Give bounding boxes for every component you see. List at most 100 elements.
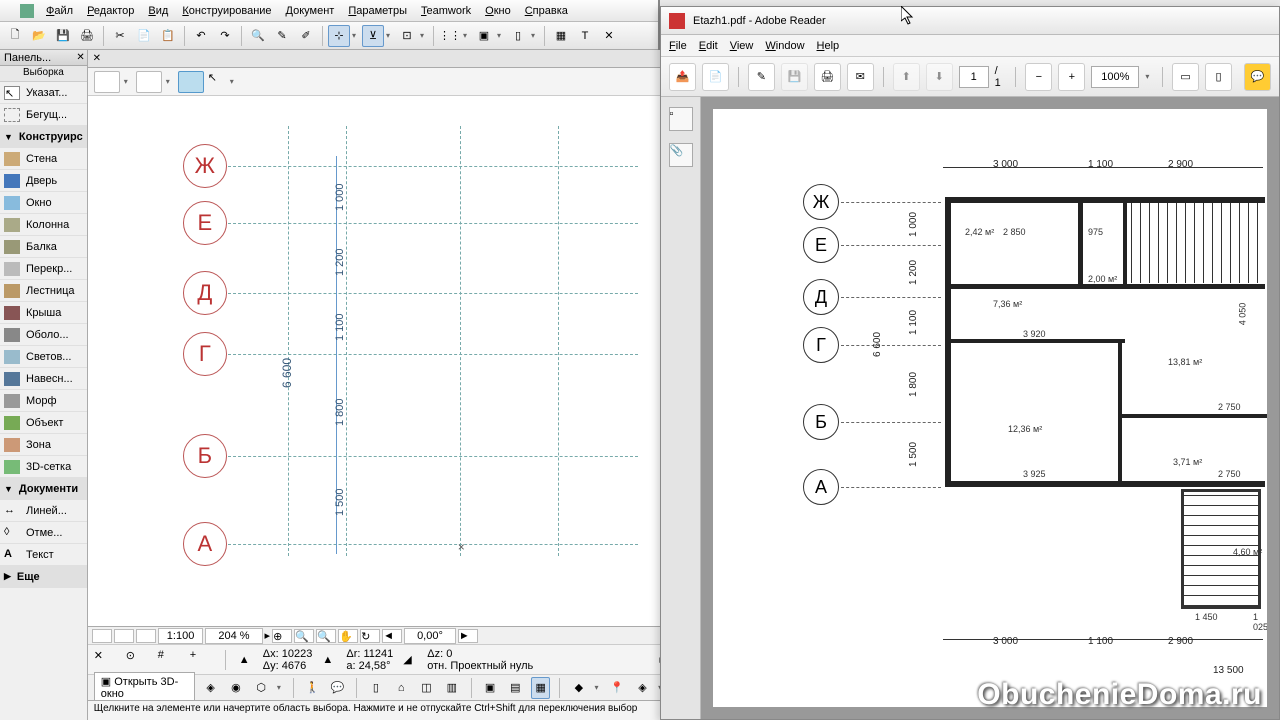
menu-edit[interactable]: Редактор: [81, 2, 140, 20]
fitpage-icon[interactable]: ▭: [1172, 63, 1199, 91]
print-icon[interactable]: 🖨: [76, 25, 98, 47]
n4-icon[interactable]: ▥: [442, 677, 461, 699]
zoom-icon[interactable]: 🔍: [247, 25, 269, 47]
attachments-icon[interactable]: 📎: [669, 143, 693, 167]
menu-design[interactable]: Конструирование: [176, 2, 277, 20]
rmenu-help[interactable]: Help: [817, 40, 840, 52]
save2-icon[interactable]: 💾: [781, 63, 808, 91]
thumbnails-icon[interactable]: ▫: [669, 107, 693, 131]
menu-options[interactable]: Параметры: [342, 2, 413, 20]
construct-group[interactable]: ▼Конструирс: [0, 126, 87, 148]
rmenu-view[interactable]: View: [730, 40, 754, 52]
tool-slab[interactable]: Перекр...: [0, 258, 87, 280]
filter-icon[interactable]: ▯: [507, 25, 529, 47]
zoomout2-icon[interactable]: −: [1025, 63, 1052, 91]
drawing-canvas[interactable]: Ж Е Д Г Б А 1 000 1 200 1 100 1 800 1 50…: [88, 96, 671, 626]
tool-curtain[interactable]: Навесн...: [0, 368, 87, 390]
prev-page-icon[interactable]: ⬆: [893, 63, 920, 91]
tool-stair[interactable]: Лестница: [0, 280, 87, 302]
document-group[interactable]: ▼Документи: [0, 478, 87, 500]
bb3-icon[interactable]: [136, 629, 156, 643]
pdf-page[interactable]: 3 000 1 100 2 900 Ж Е Д Г Б А 1 000 1 20…: [713, 109, 1267, 707]
geom2-icon[interactable]: [136, 71, 162, 93]
pointer-tool[interactable]: ↖Указат...: [0, 82, 87, 104]
menu-view[interactable]: Вид: [142, 2, 174, 20]
orbit-icon[interactable]: ↻: [360, 629, 380, 643]
page-input[interactable]: [959, 66, 989, 88]
origin-icon[interactable]: ⊙: [126, 649, 148, 671]
paste-icon[interactable]: 📋: [157, 25, 179, 47]
tool-morph[interactable]: Морф: [0, 390, 87, 412]
menu-help[interactable]: Справка: [519, 2, 574, 20]
more-group[interactable]: ▶Еще: [0, 566, 87, 588]
rmenu-edit[interactable]: Edit: [699, 40, 718, 52]
a2-icon[interactable]: ◉: [226, 677, 245, 699]
zoomin2-icon[interactable]: +: [1058, 63, 1085, 91]
geom1-icon[interactable]: [94, 71, 120, 93]
zoomfit-icon[interactable]: ⊕: [272, 629, 292, 643]
tool-level[interactable]: ◊Отме...: [0, 522, 87, 544]
sign-icon[interactable]: ✎: [748, 63, 775, 91]
menu-window[interactable]: Окно: [479, 2, 517, 20]
tool-door[interactable]: Дверь: [0, 170, 87, 192]
mail-icon[interactable]: ✉: [847, 63, 874, 91]
snap2-icon[interactable]: ⊻: [362, 25, 384, 47]
n10-icon[interactable]: ◈: [633, 677, 652, 699]
n6-icon[interactable]: ▤: [506, 677, 525, 699]
zoom-select[interactable]: 100%: [1091, 66, 1139, 88]
scale-field[interactable]: 1:100: [158, 628, 204, 644]
tool-shell[interactable]: Оболо...: [0, 324, 87, 346]
n5-icon[interactable]: ▣: [480, 677, 499, 699]
picker-icon[interactable]: ✐: [295, 25, 317, 47]
n8-icon[interactable]: ◆: [569, 677, 588, 699]
print2-icon[interactable]: 🖨: [814, 63, 841, 91]
n1-icon[interactable]: ▯: [366, 677, 385, 699]
plus-icon[interactable]: +: [190, 649, 212, 671]
close-icon[interactable]: ✕: [598, 25, 620, 47]
tool-zone[interactable]: Зона: [0, 434, 87, 456]
text-icon[interactable]: T: [574, 25, 596, 47]
tool-mesh[interactable]: 3D-сетка: [0, 456, 87, 478]
a3-icon[interactable]: ⬡: [252, 677, 271, 699]
next-page-icon[interactable]: ⬇: [926, 63, 953, 91]
n9-icon[interactable]: 📍: [607, 677, 626, 699]
export-icon[interactable]: 📤: [669, 63, 696, 91]
rmenu-file[interactable]: File: [669, 40, 687, 52]
cut-icon[interactable]: ✂: [109, 25, 131, 47]
copy-icon[interactable]: 📄: [133, 25, 155, 47]
snap1-icon[interactable]: ⊹: [328, 25, 350, 47]
a1-icon[interactable]: ◈: [201, 677, 220, 699]
zoomout-icon[interactable]: 🔍: [316, 629, 336, 643]
pen-icon[interactable]: ✎: [271, 25, 293, 47]
tool-dimline[interactable]: ↔Линей...: [0, 500, 87, 522]
snap3-icon[interactable]: ⊡: [396, 25, 418, 47]
xy-icon[interactable]: ✕: [94, 649, 116, 671]
layer-icon[interactable]: ▣: [473, 25, 495, 47]
pan-icon[interactable]: ✋: [338, 629, 358, 643]
save-icon[interactable]: 💾: [52, 25, 74, 47]
grid2-icon[interactable]: #: [158, 649, 180, 671]
prev-icon[interactable]: ◄: [382, 629, 402, 643]
n3-icon[interactable]: ◫: [417, 677, 436, 699]
tool-column[interactable]: Колонна: [0, 214, 87, 236]
fitwidth-icon[interactable]: ▯: [1205, 63, 1232, 91]
angle-field[interactable]: 0,00°: [404, 628, 456, 644]
zoomin-icon[interactable]: 🔍: [294, 629, 314, 643]
tool-text[interactable]: AТекст: [0, 544, 87, 566]
tool-object[interactable]: Объект: [0, 412, 87, 434]
tool-beam[interactable]: Балка: [0, 236, 87, 258]
tool-window[interactable]: Окно: [0, 192, 87, 214]
undo-icon[interactable]: ↶: [190, 25, 212, 47]
zoom-field[interactable]: 204 %: [205, 628, 262, 644]
open-3d-button[interactable]: ▣ Открыть 3D-окно: [94, 672, 195, 703]
tool-roof[interactable]: Крыша: [0, 302, 87, 324]
rmenu-window[interactable]: Window: [765, 40, 804, 52]
tab-close-icon[interactable]: ✕: [88, 53, 106, 64]
geom3-icon[interactable]: [178, 71, 204, 93]
n2-icon[interactable]: ⌂: [392, 677, 411, 699]
bb2-icon[interactable]: [114, 629, 134, 643]
reader-titlebar[interactable]: Etazh1.pdf - Adobe Reader: [661, 7, 1279, 35]
walk-icon[interactable]: 🚶: [303, 677, 322, 699]
cursor-icon[interactable]: ↖: [208, 71, 226, 93]
create-icon[interactable]: 📄: [702, 63, 729, 91]
